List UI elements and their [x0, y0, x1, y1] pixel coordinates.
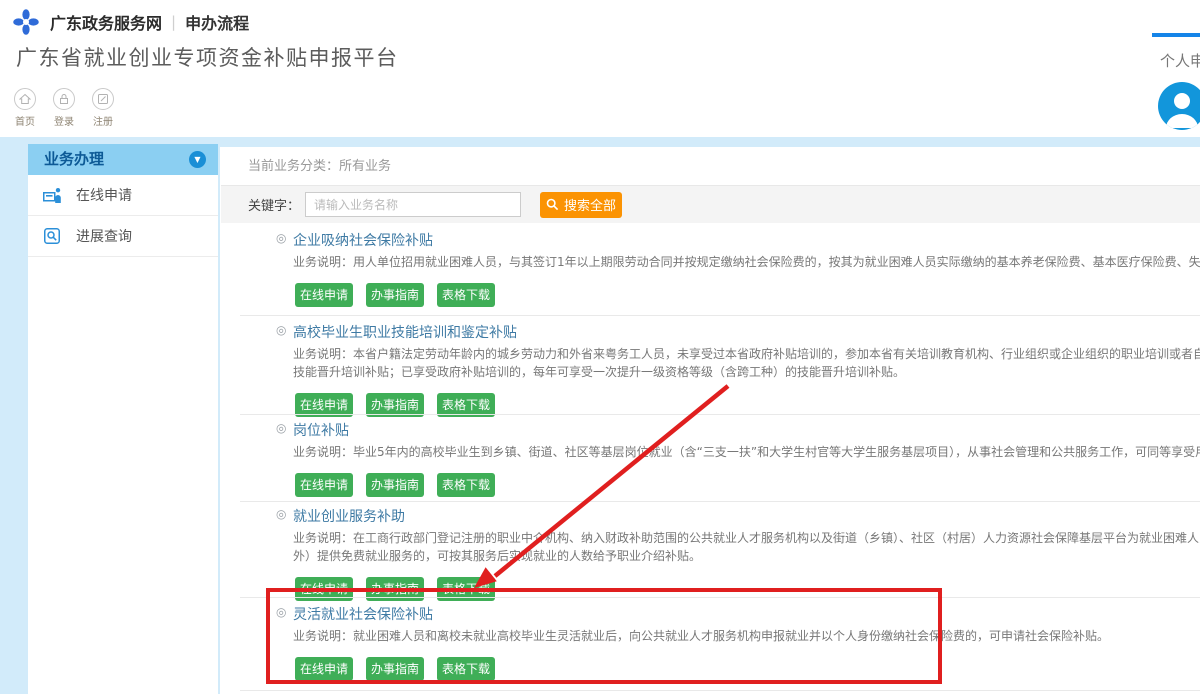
online-apply-button[interactable]: 在线申请 — [295, 473, 353, 497]
sidebar-item-label: 进展查询 — [76, 226, 132, 246]
service-guide-button[interactable]: 办事指南 — [366, 473, 424, 497]
form-download-button[interactable]: 表格下载 — [437, 473, 495, 497]
header-divider: | — [171, 13, 176, 31]
service-item-employment-service-subsidy: ◎ 就业创业服务补助 业务说明：在工商行政部门登记注册的职业中介机构、纳入财政补… — [240, 506, 1200, 601]
bullet-icon: ◎ — [276, 605, 286, 619]
sidebar-item-online-apply[interactable]: 在线申请 — [28, 175, 218, 216]
service-description: 业务说明：毕业5年内的高校毕业生到乡镇、街道、社区等基层岗位就业（含“三支一扶”… — [240, 443, 1200, 461]
service-description: 业务说明：就业困难人员和离校未就业高校毕业生灵活就业后，向公共就业人才服务机构申… — [240, 627, 1109, 645]
chevron-down-icon[interactable]: ▼ — [189, 151, 206, 168]
form-download-button[interactable]: 表格下载 — [437, 657, 495, 681]
quick-links: 首页 登录 注册 — [14, 88, 114, 128]
tab-personal-declare[interactable]: 个人申报 — [1160, 50, 1200, 71]
service-description: 业务说明：本省户籍法定劳动年龄内的城乡劳动力和外省来粤务工人员，未享受过本省政府… — [240, 345, 1200, 381]
person-icon — [1158, 82, 1200, 130]
home-icon — [14, 88, 36, 110]
search-icon — [546, 198, 559, 211]
bullet-icon: ◎ — [276, 507, 286, 521]
user-avatar[interactable] — [1158, 82, 1200, 130]
bullet-icon: ◎ — [276, 421, 286, 435]
divider — [240, 414, 1200, 415]
service-title-link[interactable]: 就业创业服务补助 — [293, 509, 405, 525]
page-title: 广东省就业创业专项资金补贴申报平台 — [16, 42, 399, 72]
online-apply-button[interactable]: 在线申请 — [295, 283, 353, 307]
user-tab-active-indicator — [1152, 33, 1200, 37]
current-category-bar: 当前业务分类：所有业务 — [221, 147, 1200, 186]
service-description: 业务说明：用人单位招用就业困难人员，与其签订1年以上期限劳动合同并按规定缴纳社会… — [240, 253, 1200, 271]
search-input[interactable] — [305, 192, 521, 217]
lock-icon — [53, 88, 75, 110]
quicklink-register[interactable]: 注册 — [92, 88, 114, 128]
service-item-graduate-skill-training: ◎ 高校毕业生职业技能培训和鉴定补贴 业务说明：本省户籍法定劳动年龄内的城乡劳动… — [240, 322, 1200, 417]
search-document-icon — [42, 228, 62, 244]
sidebar-menu: 业务办理 ▼ 在线申请 进展查询 — [28, 144, 218, 694]
keyword-label: 关键字： — [248, 195, 300, 214]
online-apply-button[interactable]: 在线申请 — [295, 657, 353, 681]
apply-person-icon — [42, 187, 62, 203]
sidebar-item-progress-query[interactable]: 进展查询 — [28, 216, 218, 257]
service-guide-button[interactable]: 办事指南 — [366, 657, 424, 681]
service-title-link[interactable]: 灵活就业社会保险补贴 — [293, 607, 433, 623]
register-icon — [92, 88, 114, 110]
bullet-icon: ◎ — [276, 231, 286, 245]
page: { "colors": { "accent_blue": "#1584e8", … — [0, 0, 1200, 694]
service-description: 业务说明：在工商行政部门登记注册的职业中介机构、纳入财政补助范围的公共就业人才服… — [240, 529, 1200, 565]
divider — [240, 597, 1200, 598]
quicklink-home[interactable]: 首页 — [14, 88, 36, 128]
top-header: 广东政务服务网 | 申办流程 — [12, 8, 249, 36]
sidebar-item-label: 在线申请 — [76, 185, 132, 205]
form-download-button[interactable]: 表格下载 — [437, 283, 495, 307]
service-item-flexible-employment-insurance: ◎ 灵活就业社会保险补贴 业务说明：就业困难人员和离校未就业高校毕业生灵活就业后… — [240, 604, 1109, 681]
divider — [240, 690, 1200, 691]
service-guide-button[interactable]: 办事指南 — [366, 283, 424, 307]
service-title-link[interactable]: 高校毕业生职业技能培训和鉴定补贴 — [293, 325, 517, 341]
gov-logo-icon — [12, 8, 40, 36]
quicklink-login[interactable]: 登录 — [53, 88, 75, 128]
service-item-post-subsidy: ◎ 岗位补贴 业务说明：毕业5年内的高校毕业生到乡镇、街道、社区等基层岗位就业（… — [240, 420, 1200, 497]
service-item-enterprise-social-insurance: ◎ 企业吸纳社会保险补贴 业务说明：用人单位招用就业困难人员，与其签订1年以上期… — [240, 230, 1200, 307]
keyword-search-bar: 关键字： 搜索全部 — [221, 186, 1200, 223]
sidebar-section-header[interactable]: 业务办理 ▼ — [28, 144, 218, 175]
site-name: 广东政务服务网 — [50, 10, 162, 34]
sidebar-section-title: 业务办理 — [44, 150, 104, 168]
service-title-link[interactable]: 岗位补贴 — [293, 423, 349, 439]
divider — [240, 315, 1200, 316]
search-all-button[interactable]: 搜索全部 — [540, 192, 622, 218]
bullet-icon: ◎ — [276, 323, 286, 337]
service-title-link[interactable]: 企业吸纳社会保险补贴 — [293, 233, 433, 249]
divider — [240, 501, 1200, 502]
breadcrumb-section: 申办流程 — [185, 10, 249, 34]
